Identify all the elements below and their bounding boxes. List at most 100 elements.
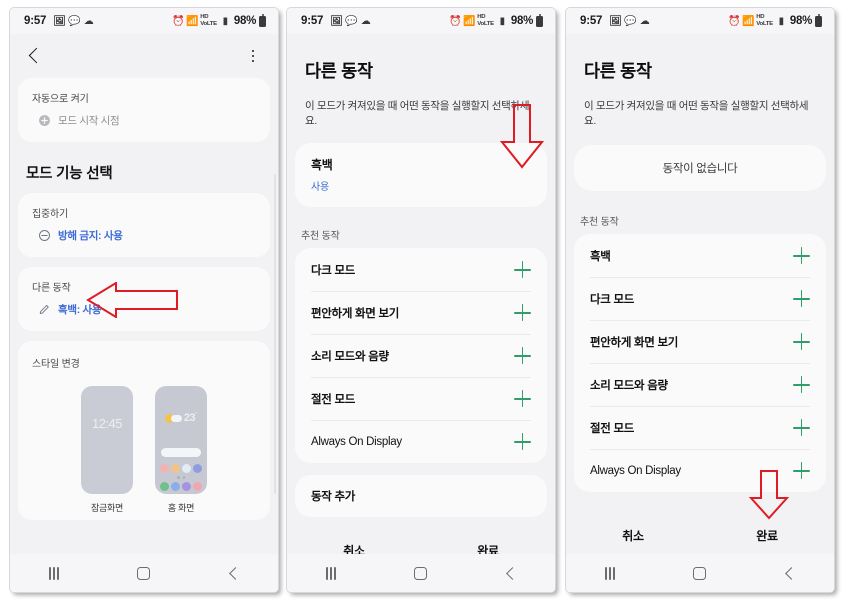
cloud-icon: ☁ [360, 15, 371, 27]
selected-action-card[interactable]: 흑백 사용 [295, 143, 547, 208]
message-icon: 💬 [624, 15, 637, 27]
done-button[interactable]: 완료 [421, 542, 555, 554]
recommended-action-row[interactable]: 편안하게 화면 보기 [295, 291, 547, 334]
signal-icon: ▮ [778, 15, 785, 27]
plus-icon[interactable] [793, 290, 810, 308]
action-buttons-3: 취소 완료 [566, 514, 834, 554]
app-icon-row-1 [160, 464, 202, 473]
screenshot-board: 9:57 🖼 💬 ☁ ⏰ 📶 HD VoLTE ▮ 98% 자동으로 켜기 모드… [0, 0, 850, 600]
recommended-action-row[interactable]: 다크 모드 [574, 277, 826, 320]
alarm-icon: ⏰ [728, 15, 741, 27]
page-subtitle: 이 모드가 켜져있을 때 어떤 동작을 실행할지 선택하세요. [305, 100, 530, 128]
status-time: 9:57 [301, 15, 324, 27]
add-action-label: 동작 추가 [311, 491, 356, 504]
mode-start-chip[interactable]: 모드 시작 시점 [18, 107, 270, 142]
hd-icon: HD VoLTE [477, 14, 494, 28]
home-screen-device: 23° [155, 386, 207, 494]
recommended-action-row[interactable]: 다크 모드 [295, 248, 547, 291]
style-previews: 12:45 잠금화면 23° 홈 화면 [18, 372, 270, 520]
plus-icon[interactable] [514, 347, 531, 365]
do-not-disturb-chip-label: 방해 금지: 사용 [58, 230, 123, 242]
page-subtitle: 이 모드가 켜져있을 때 어떤 동작을 실행할지 선택하세요. [584, 100, 809, 128]
battery-icon [536, 14, 543, 27]
recents-icon[interactable] [48, 566, 60, 580]
home-icon[interactable] [692, 566, 706, 580]
recommended-action-row[interactable]: 편안하게 화면 보기 [574, 320, 826, 363]
plus-icon[interactable] [793, 247, 810, 265]
back-icon[interactable] [26, 48, 42, 64]
more-options-icon[interactable] [244, 47, 262, 65]
gallery-icon: 🖼 [609, 15, 622, 27]
status-bar-3: 9:57 🖼 💬 ☁ ⏰ 📶 HD VoLTE ▮ 98% [566, 8, 834, 34]
home-icon[interactable] [136, 566, 150, 580]
do-not-disturb-icon [39, 230, 50, 241]
recents-icon[interactable] [325, 566, 337, 580]
focus-card: 집중하기 방해 금지: 사용 [18, 193, 270, 257]
recommended-list-3: 흑백다크 모드 편안하게 화면 보기소리 모드와 음량절전 모드 Always On… [574, 234, 826, 493]
scrollbar[interactable] [274, 174, 276, 494]
status-bar-right-2: ⏰ 📶 HD VoLTE ▮ 98% [449, 14, 543, 28]
page-indicator [155, 476, 207, 479]
plus-icon[interactable] [514, 304, 531, 322]
home-icon[interactable] [413, 566, 427, 580]
home-screen-preview[interactable]: 23° 홈 화면 [155, 386, 207, 514]
plus-icon[interactable] [793, 419, 810, 437]
recommended-header: 추천 동작 [580, 217, 619, 229]
empty-state-label: 동작이 없습니다 [662, 163, 738, 176]
recommended-action-row[interactable]: 소리 모드와 음량 [574, 363, 826, 406]
style-change-card: 스타일 변경 12:45 잠금화면 23° 홈 화면 [18, 341, 270, 520]
lock-screen-preview[interactable]: 12:45 잠금화면 [81, 386, 133, 514]
back-nav-icon[interactable] [783, 567, 795, 579]
blackwhite-chip[interactable]: 흑백: 사용 [18, 296, 270, 331]
mode-start-chip-label: 모드 시작 시점 [58, 115, 120, 127]
recommended-action-row[interactable]: 절전 모드 [295, 377, 547, 420]
plus-icon[interactable] [514, 433, 531, 451]
cloud-icon: ☁ [83, 15, 94, 27]
cloud-icon: ☁ [639, 15, 650, 27]
back-nav-icon[interactable] [504, 567, 516, 579]
recents-icon[interactable] [604, 566, 616, 580]
signal-icon: ▮ [499, 15, 506, 27]
alarm-icon: ⏰ [172, 15, 185, 27]
empty-state-card: 동작이 없습니다 [574, 145, 826, 192]
do-not-disturb-chip[interactable]: 방해 금지: 사용 [18, 222, 270, 257]
recommended-action-row[interactable]: Always On Display [574, 449, 826, 492]
wifi-icon: 📶 [742, 15, 755, 27]
recommended-action-row[interactable]: 절전 모드 [574, 406, 826, 449]
lock-screen-clock: 12:45 [91, 416, 123, 431]
done-button[interactable]: 완료 [700, 527, 834, 544]
phone-screenshot-3: 9:57 🖼 💬 ☁ ⏰ 📶 HD VoLTE ▮ 98% 다른 동작 이 모드… [566, 8, 834, 592]
cancel-button[interactable]: 취소 [566, 527, 700, 544]
recommended-action-label: 소리 모드와 음량 [590, 379, 668, 392]
recommended-action-row[interactable]: Always On Display [295, 420, 547, 463]
auto-on-label: 자동으로 켜기 [32, 94, 89, 105]
add-action-card[interactable]: 동작 추가 [295, 475, 547, 518]
plus-icon[interactable] [514, 261, 531, 279]
style-change-label: 스타일 변경 [32, 359, 80, 370]
hd-icon-top: HD [200, 14, 209, 20]
lock-screen-caption: 잠금화면 [91, 503, 123, 513]
battery-percent: 98% [233, 15, 256, 27]
plus-icon[interactable] [793, 462, 810, 480]
other-actions-card: 다른 동작 흑백: 사용 [18, 267, 270, 331]
plus-icon[interactable] [793, 376, 810, 394]
recommended-action-label: 흑백 [590, 250, 611, 263]
plus-icon[interactable] [793, 333, 810, 351]
wifi-icon: 📶 [463, 15, 476, 27]
hd-icon-top: HD [756, 14, 765, 20]
recommended-action-row[interactable]: 소리 모드와 음량 [295, 334, 547, 377]
recommended-action-label: Always On Display [311, 435, 402, 448]
page-title: 다른 동작 [305, 61, 373, 81]
cancel-button[interactable]: 취소 [287, 542, 421, 554]
lock-screen-device: 12:45 [81, 386, 133, 494]
plus-icon[interactable] [514, 390, 531, 408]
status-time: 9:57 [24, 15, 47, 27]
selected-action-title: 흑백 [311, 158, 333, 173]
recommended-action-label: 소리 모드와 음량 [311, 350, 389, 363]
recommended-action-row[interactable]: 흑백 [574, 234, 826, 277]
phone-screenshot-2: 9:57 🖼 💬 ☁ ⏰ 📶 HD VoLTE ▮ 98% 다른 동작 이 모드… [287, 8, 555, 592]
back-nav-icon[interactable] [227, 567, 239, 579]
mode-feature-section-title: 모드 기능 선택 [26, 166, 113, 182]
hd-icon-bottom: VoLTE [477, 21, 494, 27]
weather-temperature: 23° [183, 412, 198, 424]
